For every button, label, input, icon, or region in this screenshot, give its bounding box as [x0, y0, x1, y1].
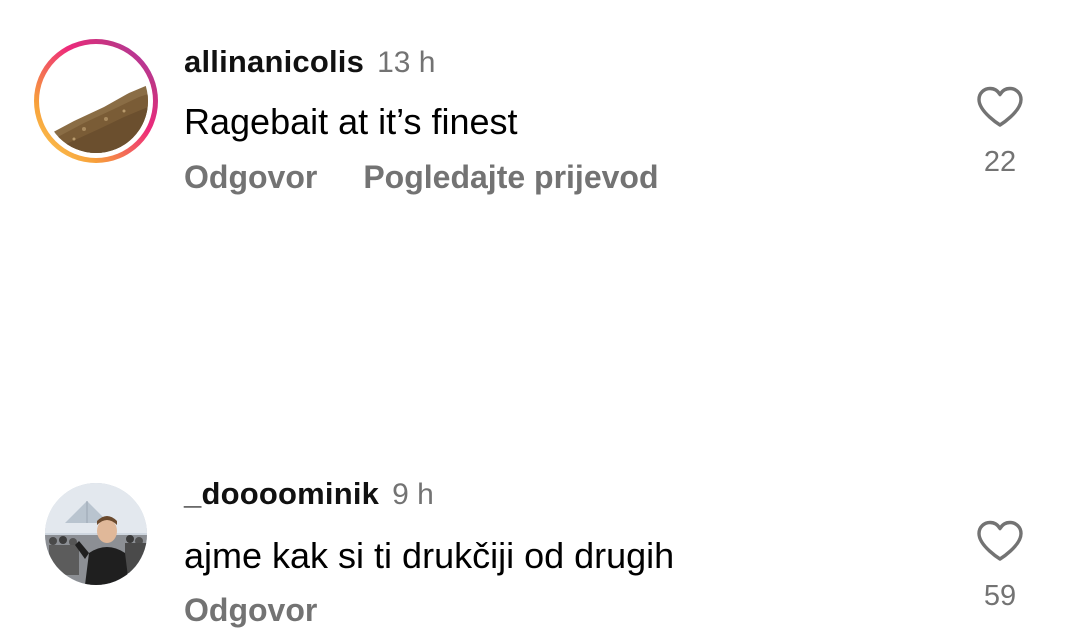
username[interactable]: _doooominik [184, 476, 379, 512]
comment-header: allinanicolis 13 h [184, 44, 435, 80]
comment-actions: Odgovor [184, 592, 317, 629]
comment-text: Ragebait at it’s finest [184, 101, 518, 142]
comment-item: allinanicolis 13 h Ragebait at it’s fine… [0, 0, 1080, 215]
username[interactable]: allinanicolis [184, 44, 364, 80]
comment-header: _doooominik 9 h [184, 476, 434, 512]
timestamp: 9 h [392, 478, 434, 511]
comment-item: _doooominik 9 h ajme kak si ti drukčiji … [0, 215, 1080, 628]
heart-icon[interactable] [976, 520, 1024, 562]
story-ring-avatar[interactable] [34, 39, 158, 163]
landscape-photo-icon [44, 49, 148, 153]
reply-button[interactable]: Odgovor [184, 592, 317, 629]
avatar[interactable] [45, 483, 147, 585]
like-button[interactable]: 22 [974, 86, 1026, 179]
timestamp: 13 h [377, 46, 436, 79]
person-photo-icon [45, 483, 147, 585]
see-translation-button[interactable]: Pogledajte prijevod [363, 159, 658, 196]
like-button[interactable]: 59 [974, 520, 1026, 613]
heart-icon[interactable] [976, 86, 1024, 128]
like-count: 22 [983, 146, 1017, 178]
reply-button[interactable]: Odgovor [184, 159, 317, 196]
like-count: 59 [983, 580, 1017, 612]
comment-text: ajme kak si ti drukčiji od drugih [184, 535, 675, 576]
avatar [44, 49, 148, 153]
comment-actions: Odgovor Pogledajte prijevod [184, 159, 659, 196]
